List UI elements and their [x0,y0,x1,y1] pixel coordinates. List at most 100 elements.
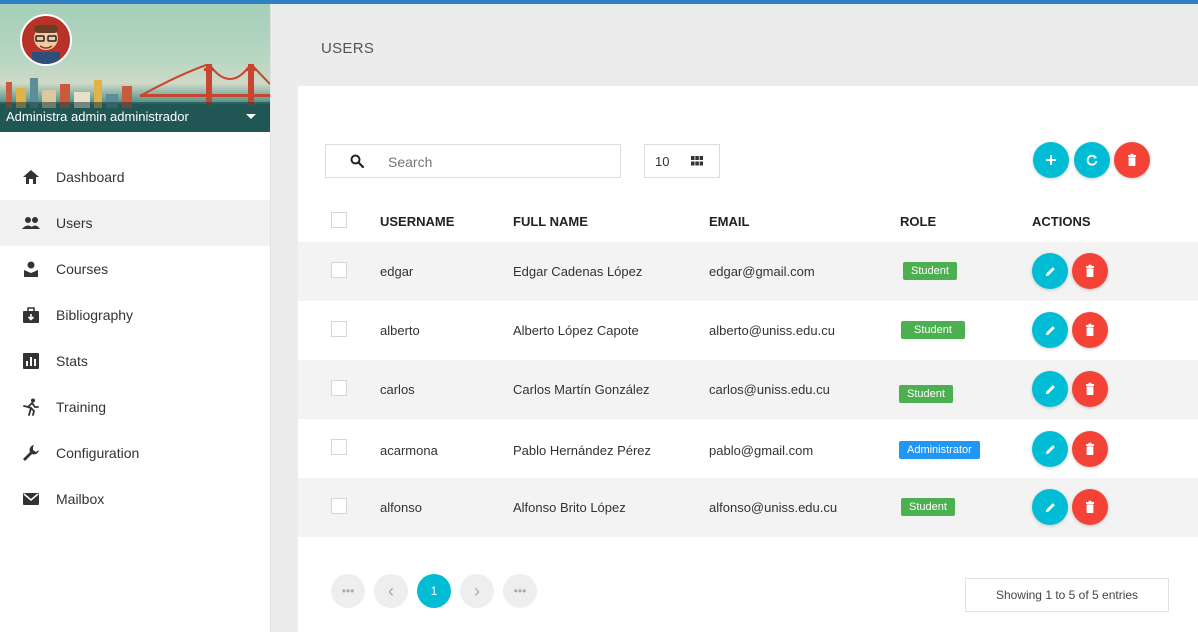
edit-button[interactable] [1032,431,1068,467]
cell-email: carlos@uniss.edu.cu [709,382,830,397]
plus-icon [1046,155,1056,165]
cell-username: alberto [380,323,420,338]
cell-email: alfonso@uniss.edu.cu [709,500,838,515]
refresh-icon [1086,154,1098,166]
row-checkbox[interactable] [331,380,347,396]
refresh-button[interactable] [1074,142,1110,178]
sidebar-item-stats[interactable]: Stats [0,338,270,384]
search-icon [350,154,364,168]
avatar[interactable] [20,14,72,66]
pencil-icon [1045,444,1055,454]
role-badge: Student [901,498,955,516]
header-full-name[interactable]: FULL NAME [513,214,588,229]
sidebar-item-dashboard[interactable]: Dashboard [0,154,270,200]
page-title: USERS [321,40,375,57]
header-username[interactable]: USERNAME [380,214,454,229]
main-content: USERS 10 USERNAME FULL NAME EMAIL [271,4,1198,632]
role-badge: Administrator [899,441,980,459]
search-input[interactable] [386,151,610,173]
row-checkbox[interactable] [331,262,347,278]
mail-icon [23,493,39,505]
trash-icon [1086,382,1094,395]
home-icon [23,170,39,184]
briefcase-download-icon [23,307,39,323]
sidebar-item-configuration[interactable]: Configuration [0,430,270,476]
cell-email: pablo@gmail.com [709,443,814,458]
search-box[interactable] [325,144,621,178]
trash-icon [1128,153,1136,166]
trash-icon [1086,323,1094,336]
sidebar-item-label: Configuration [56,445,140,461]
cell-full-name: Pablo Hernández Pérez [513,443,652,458]
pagination-next-button[interactable]: › [460,574,494,608]
trash-icon [1086,442,1094,455]
pencil-icon [1045,502,1055,512]
user-menu-toggle[interactable]: Administra admin administrador [0,102,270,132]
per-page-selector[interactable]: 10 [644,144,720,178]
add-user-button[interactable] [1033,142,1069,178]
trash-icon [1086,264,1094,277]
table-row: alfonso Alfonso Brito López alfonso@unis… [298,478,1198,537]
sidebar-item-label: Mailbox [56,491,105,507]
pagination-first-button[interactable]: ••• [331,574,365,608]
cell-email: alberto@uniss.edu.cu [709,323,835,338]
sidebar-item-courses[interactable]: Courses [0,246,270,292]
users-icon [22,217,40,229]
profile-header: Administra admin administrador [0,4,270,132]
sidebar-item-mailbox[interactable]: Mailbox [0,476,270,522]
sidebar-nav: Dashboard Users Courses Bibliography Sta… [0,154,270,522]
table-row: alberto Alberto López Capote alberto@uni… [298,301,1198,360]
sidebar-item-label: Stats [56,353,88,369]
delete-button[interactable] [1072,253,1108,289]
header-role[interactable]: ROLE [900,214,936,229]
cell-username: alfonso [380,500,422,515]
student-icon [24,261,38,277]
pencil-icon [1045,384,1055,394]
delete-button[interactable] [1072,371,1108,407]
role-badge: Student [899,385,953,403]
delete-button[interactable] [1072,489,1108,525]
user-name: Administra admin administrador [6,109,189,124]
sidebar-item-label: Training [56,399,107,415]
row-checkbox[interactable] [331,321,347,337]
caret-down-icon [246,114,256,119]
table-row: edgar Edgar Cadenas López edgar@gmail.co… [298,242,1198,301]
running-icon [23,398,39,416]
wrench-icon [23,445,39,461]
cell-username: acarmona [380,443,438,458]
delete-button[interactable] [1072,431,1108,467]
cell-full-name: Alberto López Capote [513,323,639,338]
users-panel: 10 USERNAME FULL NAME EMAIL ROLE ACTIONS [298,86,1198,632]
select-all-checkbox[interactable] [331,212,347,228]
grid-icon [691,156,703,166]
table-row: carlos Carlos Martín González carlos@uni… [298,360,1198,419]
sidebar-item-training[interactable]: Training [0,384,270,430]
row-checkbox[interactable] [331,498,347,514]
cell-username: edgar [380,264,414,279]
trash-icon [1086,500,1094,513]
role-badge: Student [903,262,957,280]
delete-button[interactable] [1072,312,1108,348]
row-checkbox[interactable] [331,439,347,455]
sidebar-item-bibliography[interactable]: Bibliography [0,292,270,338]
edit-button[interactable] [1032,371,1068,407]
pencil-icon [1045,325,1055,335]
cell-full-name: Carlos Martín González [513,382,650,397]
cell-username: carlos [380,382,415,397]
edit-button[interactable] [1032,489,1068,525]
header-email[interactable]: EMAIL [709,214,749,229]
pagination-page-1[interactable]: 1 [417,574,451,608]
per-page-value: 10 [655,154,670,169]
role-badge: Student [901,321,965,339]
sidebar-item-users[interactable]: Users [0,200,270,246]
pencil-icon [1045,266,1055,276]
delete-selected-button[interactable] [1114,142,1150,178]
table-header: USERNAME FULL NAME EMAIL ROLE ACTIONS [298,198,1198,242]
sidebar-item-label: Bibliography [56,307,134,323]
pagination-prev-button[interactable]: ‹ [374,574,408,608]
sidebar-item-label: Users [56,215,93,231]
edit-button[interactable] [1032,253,1068,289]
pagination-last-button[interactable]: ••• [503,574,537,608]
cell-full-name: Alfonso Brito López [513,500,626,515]
edit-button[interactable] [1032,312,1068,348]
